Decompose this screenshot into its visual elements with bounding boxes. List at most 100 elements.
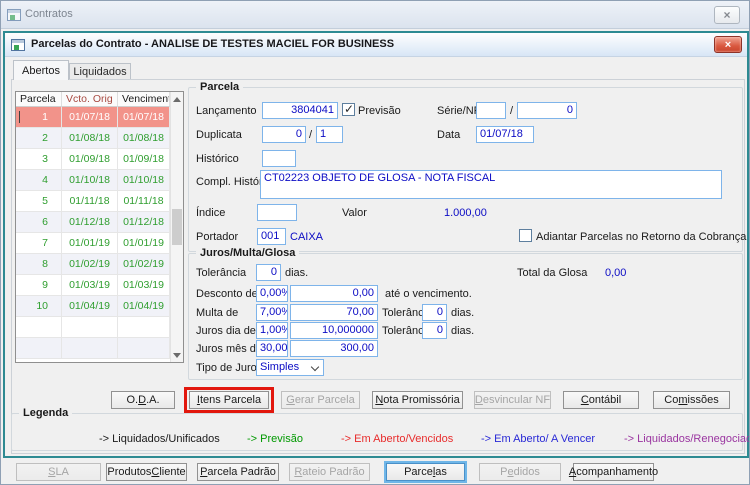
valor-value: 1.000,00 bbox=[444, 207, 487, 219]
serie-field[interactable] bbox=[476, 102, 506, 119]
legend-previsao: -> Previsão bbox=[247, 433, 303, 445]
oda-button[interactable]: O. D .A. bbox=[111, 391, 175, 409]
duplicata-seq-field[interactable]: 1 bbox=[316, 126, 343, 143]
juros-dia-pct-field[interactable]: 1,00% bbox=[256, 322, 288, 339]
desconto-pct-field[interactable]: 0,00% bbox=[256, 285, 288, 302]
cell-venc: 01/10/18 bbox=[118, 170, 170, 191]
tab-abertos[interactable]: Abertos bbox=[13, 60, 69, 80]
valor-label: Valor bbox=[342, 207, 367, 219]
desvincular-nf-button: Desvincular NF bbox=[474, 391, 551, 409]
table-row[interactable]: 1 01/07/18 01/07/18 bbox=[16, 107, 183, 128]
multa-pct-field[interactable]: 7,00% bbox=[256, 304, 288, 321]
desconto-val-field[interactable]: 0,00 bbox=[290, 285, 378, 302]
close-icon[interactable]: × bbox=[714, 6, 740, 24]
cell-vcto: 01/10/18 bbox=[62, 170, 118, 191]
parcelas-table[interactable]: Parcela Vcto. Orig Vencimento 1 01/07/18… bbox=[15, 91, 184, 363]
cell-parcela: 6 bbox=[16, 212, 62, 233]
comissoes-button[interactable]: Co m issões bbox=[653, 391, 730, 409]
jdia-tolerancia-field[interactable]: 0 bbox=[422, 322, 447, 339]
legend-em-aberto-vencidos: -> Em Aberto/Vencidos bbox=[341, 433, 454, 445]
produtos-cliente-button[interactable]: Produtos Cliente bbox=[106, 463, 187, 481]
cell-vcto: 01/09/18 bbox=[62, 149, 118, 170]
compl-historico-field[interactable]: CT02223 OBJETO DE GLOSA - NOTA FISCAL bbox=[260, 170, 722, 199]
close-icon[interactable]: × bbox=[714, 36, 742, 53]
tipo-juros-label: Tipo de Juros bbox=[196, 362, 263, 374]
indice-field[interactable] bbox=[257, 204, 297, 221]
duplicata-separator: / bbox=[309, 129, 313, 141]
cell-venc: 01/04/19 bbox=[118, 296, 170, 317]
table-row[interactable]: 8 01/02/19 01/02/19 bbox=[16, 254, 183, 275]
tolerancia-label: Tolerância bbox=[196, 267, 247, 279]
legend-em-aberto-a-vencer: -> Em Aberto/ A Vencer bbox=[481, 433, 596, 445]
lancamento-field[interactable]: 3804041 bbox=[262, 102, 338, 119]
scroll-down-icon[interactable] bbox=[171, 348, 183, 362]
legend-liquidados-renegociados: -> Liquidados/Renegociados bbox=[624, 433, 750, 445]
multa-tolerancia-field[interactable]: 0 bbox=[422, 304, 447, 321]
table-row[interactable]: 2 01/08/18 01/08/18 bbox=[16, 128, 183, 149]
cell-venc: 01/07/18 bbox=[118, 107, 170, 128]
parcela-padrao-button[interactable]: Parcela Padrão bbox=[197, 463, 279, 481]
cell-venc: 01/03/19 bbox=[118, 275, 170, 296]
nf-field[interactable]: 0 bbox=[517, 102, 577, 119]
cell-parcela: 10 bbox=[16, 296, 62, 317]
total-glosa-label: Total da Glosa bbox=[517, 267, 588, 279]
juros-mes-val-field[interactable]: 300,00 bbox=[290, 340, 378, 357]
portador-field[interactable]: 001 bbox=[257, 228, 286, 245]
tolerancia-field[interactable]: 0 bbox=[256, 264, 281, 281]
table-row[interactable]: 5 01/11/18 01/11/18 bbox=[16, 191, 183, 212]
highlight-annotation bbox=[184, 387, 274, 413]
table-row-empty bbox=[16, 317, 183, 338]
cell-parcela: 4 bbox=[16, 170, 62, 191]
table-scrollbar[interactable] bbox=[170, 92, 183, 362]
serie-nf-label: Série/NF bbox=[437, 105, 481, 117]
juros-mes-pct-field[interactable]: 30,00% bbox=[256, 340, 288, 357]
table-row[interactable]: 3 01/09/18 01/09/18 bbox=[16, 149, 183, 170]
cell-parcela: 5 bbox=[16, 191, 62, 212]
scroll-up-icon[interactable] bbox=[171, 92, 183, 106]
col-header-vencimento[interactable]: Vencimento bbox=[118, 92, 170, 107]
scroll-thumb[interactable] bbox=[172, 209, 182, 245]
juros-dia-label: Juros dia de bbox=[196, 325, 256, 337]
sla-button: S LA bbox=[16, 463, 101, 481]
data-field[interactable]: 01/07/18 bbox=[476, 126, 534, 143]
lancamento-label: Lançamento bbox=[196, 105, 257, 117]
multa-label: Multa de bbox=[196, 307, 239, 319]
parcela-groupbox: Parcela Lançamento 3804041 Previsão Séri… bbox=[188, 81, 747, 252]
tab-liquidados[interactable]: Liquidados bbox=[69, 63, 131, 80]
gerar-parcela-button: Gerar Parcela bbox=[281, 391, 360, 409]
table-row[interactable]: 9 01/03/19 01/03/19 bbox=[16, 275, 183, 296]
historico-field[interactable] bbox=[262, 150, 296, 167]
adiantar-checkbox[interactable] bbox=[519, 229, 532, 242]
table-row[interactable]: 10 01/04/19 01/04/19 bbox=[16, 296, 183, 317]
table-row[interactable]: 6 01/12/18 01/12/18 bbox=[16, 212, 183, 233]
jdia-dias-label: dias. bbox=[451, 325, 475, 337]
juros-dia-val-field[interactable]: 10,000000 bbox=[290, 322, 378, 339]
cell-vcto: 01/08/18 bbox=[62, 128, 118, 149]
legenda-groupbox: Legenda -> Liquidados/Unificados -> Prev… bbox=[11, 407, 749, 451]
cell-venc: 01/01/19 bbox=[118, 233, 170, 254]
duplicata-field[interactable]: 0 bbox=[262, 126, 306, 143]
acompanhamento-button[interactable]: Acompanhamento bbox=[569, 463, 658, 481]
adiantar-label: Adiantar Parcelas no Retorno da Cobrança bbox=[536, 231, 747, 243]
nota-promissoria-button[interactable]: Nota Promissória bbox=[372, 391, 463, 409]
legend-liquidados-unificados: -> Liquidados/Unificados bbox=[99, 433, 220, 445]
multa-val-field[interactable]: 70,00 bbox=[290, 304, 378, 321]
cell-vcto: 01/12/18 bbox=[62, 212, 118, 233]
col-header-vcto-orig[interactable]: Vcto. Orig bbox=[62, 92, 118, 107]
parcela-group-title: Parcela bbox=[196, 81, 244, 93]
table-row[interactable]: 7 01/01/19 01/01/19 bbox=[16, 233, 183, 254]
portador-name: CAIXA bbox=[290, 231, 324, 243]
contabil-button[interactable]: Contábil bbox=[563, 391, 639, 409]
juros-groupbox: Juros/Multa/Glosa Tolerância 0 dias. Tot… bbox=[188, 247, 743, 380]
serie-nf-separator: / bbox=[510, 105, 514, 117]
table-row[interactable]: 4 01/10/18 01/10/18 bbox=[16, 170, 183, 191]
cell-parcela: 3 bbox=[16, 149, 62, 170]
legenda-title: Legenda bbox=[19, 407, 73, 419]
tipo-juros-dropdown[interactable]: Simples bbox=[256, 359, 324, 376]
previsao-checkbox[interactable] bbox=[342, 102, 355, 116]
juros-group-title: Juros/Multa/Glosa bbox=[196, 247, 300, 259]
duplicata-label: Duplicata bbox=[196, 129, 242, 141]
cell-venc: 01/12/18 bbox=[118, 212, 170, 233]
col-header-parcela[interactable]: Parcela bbox=[16, 92, 62, 107]
parcelas-button[interactable]: Parce l as bbox=[386, 463, 465, 481]
